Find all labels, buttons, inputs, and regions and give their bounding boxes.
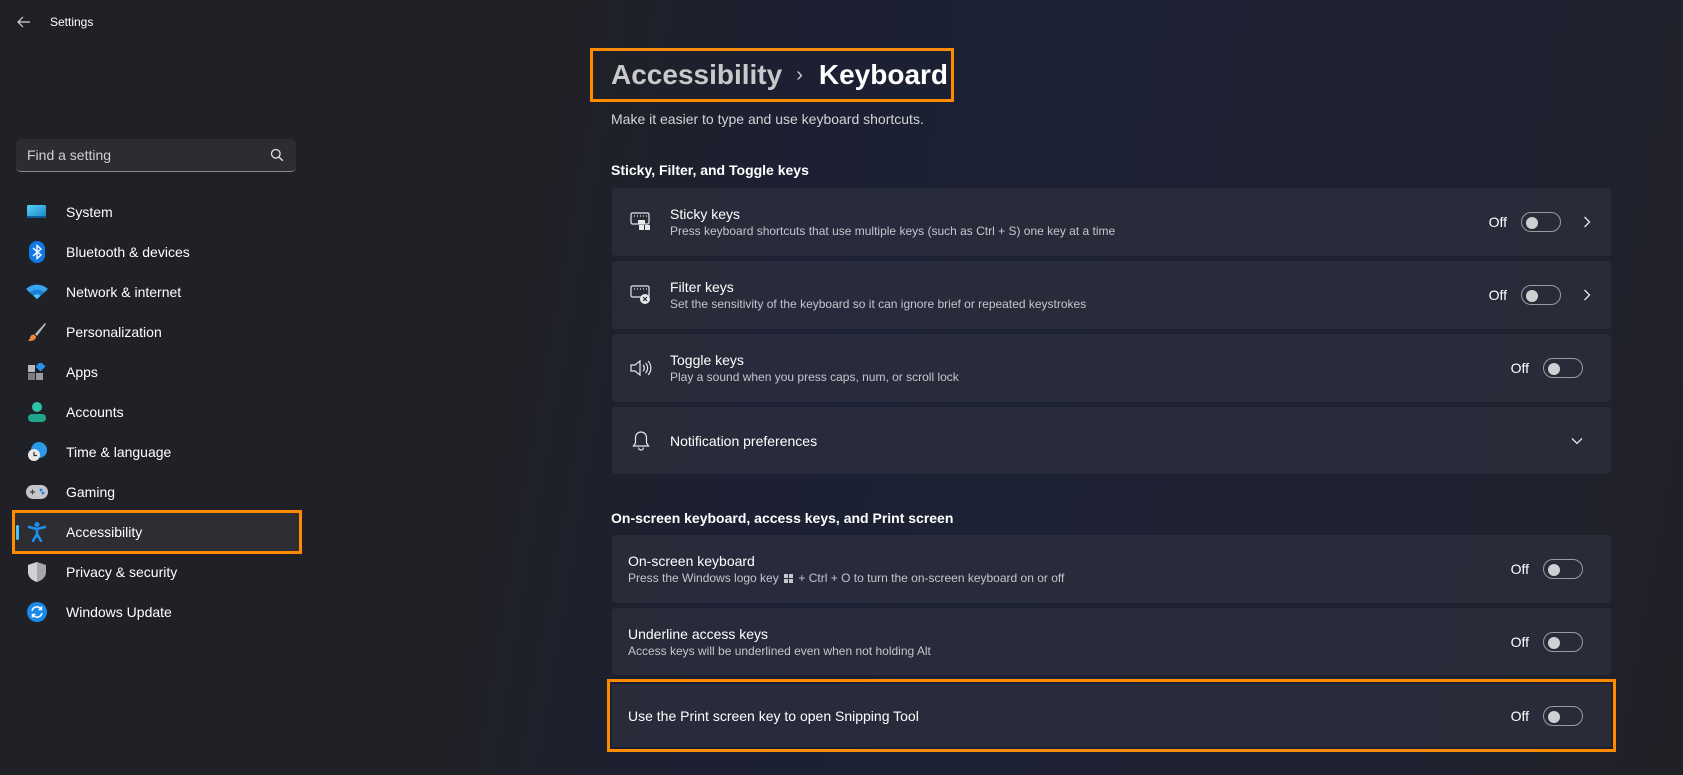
sticky-keys-toggle[interactable] <box>1521 212 1561 232</box>
setting-card-toggle-keys[interactable]: Toggle keys Play a sound when you press … <box>612 334 1611 402</box>
sidebar-item-time-language[interactable]: Time & language <box>14 432 300 472</box>
setting-card-filter-keys[interactable]: Filter keys Set the sensitivity of the k… <box>612 261 1611 329</box>
sidebar-item-apps[interactable]: Apps <box>14 352 300 392</box>
bell-icon <box>629 429 653 453</box>
card-title: Use the Print screen key to open Snippin… <box>628 707 919 724</box>
toggle-keys-toggle[interactable] <box>1543 358 1583 378</box>
sidebar-item-privacy-security[interactable]: Privacy & security <box>14 552 300 592</box>
toggle-state-label: Off <box>1510 561 1529 577</box>
card-title: On-screen keyboard <box>628 553 755 569</box>
speaker-icon <box>629 356 653 380</box>
toggle-knob <box>1526 217 1538 229</box>
toggle-state-label: Off <box>1488 214 1507 230</box>
print-screen-snipping-toggle[interactable] <box>1543 705 1583 726</box>
toggle-knob <box>1548 710 1560 723</box>
search-box[interactable] <box>16 139 296 172</box>
person-icon <box>26 401 48 423</box>
breadcrumb-separator-icon: › <box>796 63 803 86</box>
setting-card-onscreen-keyboard[interactable]: On-screen keyboard Press the Windows log… <box>612 535 1611 603</box>
bluetooth-icon <box>26 241 48 263</box>
toggle-state-label: Off <box>1510 360 1529 376</box>
refresh-icon <box>26 601 48 623</box>
card-title: Underline access keys <box>628 625 769 642</box>
search-input[interactable] <box>27 147 270 163</box>
accessibility-icon <box>26 521 48 543</box>
card-subtitle: Access keys will be underlined even when… <box>628 643 931 658</box>
section-title-onscreen-keyboard: On-screen keyboard, access keys, and Pri… <box>611 510 954 526</box>
sidebar-item-gaming[interactable]: Gaming <box>14 472 300 512</box>
setting-card-print-screen-snipping[interactable]: Use the Print screen key to open Snippin… <box>607 679 1616 752</box>
app-title: Settings <box>50 15 94 29</box>
sidebar-item-accessibility[interactable]: Accessibility <box>12 510 302 554</box>
sidebar-item-windows-update[interactable]: Windows Update <box>14 592 300 632</box>
windows-logo-icon <box>784 574 794 583</box>
chevron-down-icon[interactable] <box>1569 433 1585 449</box>
onscreen-keyboard-toggle[interactable] <box>1543 559 1583 579</box>
breadcrumb-parent-link[interactable]: Accessibility <box>611 59 782 91</box>
sidebar-nav: System Bluetooth & devices Network & int… <box>12 192 302 632</box>
sidebar-item-personalization[interactable]: Personalization <box>14 312 300 352</box>
active-indicator <box>16 525 19 540</box>
section-title-sticky-filter-toggle: Sticky, Filter, and Toggle keys <box>611 162 809 178</box>
paintbrush-icon <box>26 321 48 343</box>
card-title: Toggle keys <box>670 352 744 368</box>
card-title: Notification preferences <box>670 432 818 449</box>
card-title: Sticky keys <box>670 206 741 222</box>
title-bar: Settings <box>0 0 1683 44</box>
search-icon[interactable] <box>270 148 284 162</box>
toggle-state-label: Off <box>1510 707 1529 724</box>
card-title: Filter keys <box>670 279 734 295</box>
toggle-knob <box>1548 564 1560 576</box>
setting-card-sticky-keys[interactable]: Sticky keys Press keyboard shortcuts tha… <box>612 188 1611 256</box>
sidebar-item-system[interactable]: System <box>14 192 300 232</box>
card-subtitle: Set the sensitivity of the keyboard so i… <box>670 297 1087 311</box>
globe-clock-icon <box>26 441 48 463</box>
sidebar-item-bluetooth[interactable]: Bluetooth & devices <box>14 232 300 272</box>
filter-keys-icon <box>629 283 653 307</box>
page-description: Make it easier to type and use keyboard … <box>611 111 924 127</box>
toggle-state-label: Off <box>1488 287 1507 303</box>
wifi-icon <box>26 281 48 303</box>
chevron-right-icon[interactable] <box>1579 287 1595 303</box>
gamepad-icon <box>26 481 48 503</box>
sticky-keys-icon <box>629 210 653 234</box>
page-title: Keyboard <box>818 59 949 90</box>
card-subtitle: Press keyboard shortcuts that use multip… <box>670 224 1116 238</box>
monitor-icon <box>26 201 48 223</box>
setting-card-underline-access-keys[interactable]: Underline access keys Access keys will b… <box>612 608 1611 675</box>
apps-icon <box>26 361 48 383</box>
toggle-state-label: Off <box>1510 633 1529 650</box>
chevron-right-icon[interactable] <box>1579 214 1595 230</box>
setting-card-notification-preferences[interactable]: Notification preferences <box>612 407 1611 474</box>
shield-icon <box>26 561 48 583</box>
toggle-knob <box>1526 290 1538 302</box>
toggle-knob <box>1548 636 1560 649</box>
back-button[interactable] <box>14 12 34 32</box>
sidebar-item-network[interactable]: Network & internet <box>14 272 300 312</box>
underline-access-keys-toggle[interactable] <box>1543 631 1583 652</box>
arrow-left-icon <box>17 16 30 28</box>
breadcrumb: Accessibility › Keyboard <box>590 48 954 102</box>
sidebar-item-accounts[interactable]: Accounts <box>14 392 300 432</box>
card-subtitle: Play a sound when you press caps, num, o… <box>670 370 959 384</box>
toggle-knob <box>1548 363 1560 375</box>
card-subtitle: Press the Windows logo key + Ctrl + O to… <box>628 571 1065 585</box>
filter-keys-toggle[interactable] <box>1521 285 1561 305</box>
